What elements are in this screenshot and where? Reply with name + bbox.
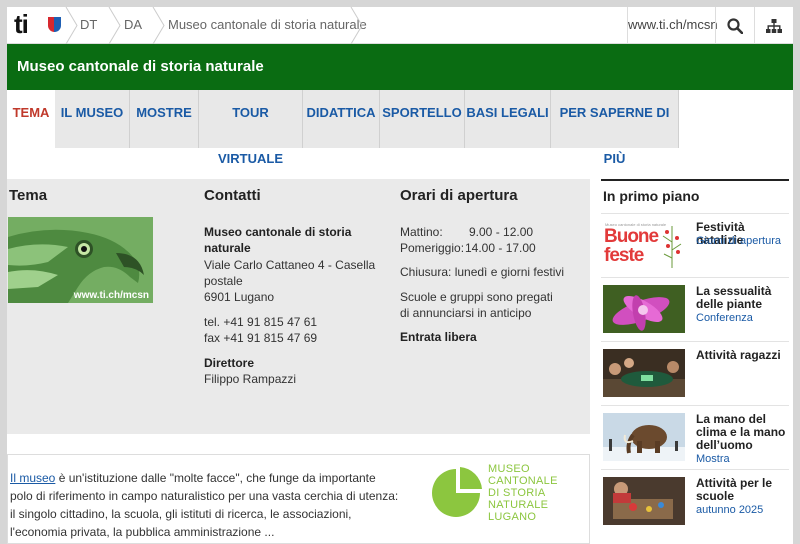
groups-note-line1: Scuole e gruppi sono pregati [400, 290, 553, 304]
breadcrumb-current[interactable]: Museo cantonale di storia naturale [168, 7, 367, 44]
tab-il-museo[interactable]: IL MUSEO [55, 90, 130, 148]
sitemap-button[interactable] [754, 7, 793, 44]
director-name: Filippo Rampazzi [204, 372, 297, 386]
featured-subtitle: Giorni di apertura [696, 235, 781, 247]
school-activity-image [603, 477, 685, 525]
featured-item-attivita-scuole[interactable]: Attività per le scuole autunno 2025 [601, 469, 789, 533]
search-button[interactable] [715, 7, 754, 44]
breadcrumb-separator-icon [152, 7, 165, 44]
tab-mostre[interactable]: MOSTRE [130, 90, 199, 148]
tab-basi-legali[interactable]: BASI LEGALI [465, 90, 551, 148]
tab-per-saperne-di-piu[interactable]: PER SAPERNE DI PIÙ [551, 90, 679, 166]
sidebar-rule [601, 179, 789, 181]
page: ti DT DA Museo cantonale di storia natur… [7, 7, 793, 544]
morning-label: Mattino: [400, 225, 443, 239]
featured-item-attivita-ragazzi[interactable]: Attività ragazzi [601, 341, 789, 405]
site-link[interactable]: www.ti.ch/mcsn [627, 7, 718, 44]
search-icon [727, 17, 743, 34]
featured-item-festivita[interactable]: Museo cantonale di storia naturale Buone… [601, 213, 789, 277]
flower-image [603, 285, 685, 333]
closing-days: Chiusura: lunedì e giorni festivi [400, 265, 565, 279]
tab-sportello[interactable]: SPORTELLO [380, 90, 465, 148]
museum-intro-text: Il museo è un'istituzione dalle "molte f… [10, 469, 400, 541]
breadcrumb-separator-icon [65, 7, 78, 44]
afternoon-label: Pomeriggio: [400, 241, 465, 255]
morning-hours: 9.00 - 12.00 [469, 225, 534, 239]
featured-heading: Attività per le scuole [696, 476, 773, 503]
ticino-shield-icon [48, 17, 61, 32]
museum-logo: MUSEO CANTONALE DI STORIA NATURALE LUGAN… [428, 463, 578, 523]
address-line1: Viale Carlo Cattaneo 4 - Casella [204, 258, 376, 272]
telephone: tel. +41 91 815 47 61 [204, 315, 318, 329]
intro-body: è un'istituzione dalle "molte facce", ch… [10, 471, 399, 539]
museum-name-line2: naturale [204, 241, 251, 255]
featured-heading: La mano del clima e la mano dell’uomo [696, 412, 786, 452]
top-bar: ti DT DA Museo cantonale di storia natur… [7, 7, 793, 44]
featured-subtitle: autunno 2025 [696, 504, 764, 516]
address-line2: postale [204, 274, 243, 288]
sidebar-title: In primo piano [603, 188, 700, 204]
image-caption: www.ti.ch/mcsn [73, 290, 149, 301]
plant-decoration-icon [662, 226, 682, 268]
museum-link[interactable]: Il museo [10, 471, 55, 485]
museum-logo-text: MUSEO CANTONALE DI STORIA NATURALE LUGAN… [488, 463, 558, 523]
flower-thumbnail [603, 285, 685, 333]
page-title-bar: Museo cantonale di storia naturale [7, 44, 793, 90]
fax: fax +41 91 815 47 69 [204, 331, 318, 345]
director-label: Direttore [204, 356, 255, 370]
tab-didattica[interactable]: DIDATTICA [303, 90, 380, 148]
address-line3: 6901 Lugano [204, 290, 275, 304]
featured-item-mano-clima[interactable]: La mano del clima e la mano dell’uomo Mo… [601, 405, 789, 469]
featured-heading: La sessualità delle piante [696, 284, 772, 311]
featured-subtitle: Mostra [696, 453, 730, 465]
free-entry: Entrata libera [400, 330, 477, 344]
museum-intro-box: Il museo è un'istituzione dalle "molte f… [7, 454, 590, 544]
buone-feste-thumbnail: Museo cantonale di storia naturale Buone… [603, 221, 685, 269]
hawk-image[interactable]: www.ti.ch/mcsn [8, 217, 153, 303]
thumb-title-2: feste [604, 245, 644, 266]
orari-heading: Orari di apertura [400, 187, 518, 204]
thumb-title-1: Buone [604, 226, 659, 247]
groups-note-line2: di annunciarsi in anticipo [400, 306, 532, 320]
featured-item-sessualita-piante[interactable]: La sessualità delle piante Conferenza [601, 277, 789, 341]
kids-activity-thumbnail [603, 349, 685, 397]
featured-heading: Attività ragazzi [696, 348, 781, 362]
afternoon-hours: 14.00 - 17.00 [465, 241, 536, 255]
main-nav: TEMA IL MUSEO MOSTRE TOUR VIRTUALE DIDAT… [7, 90, 793, 166]
kids-activity-image [603, 349, 685, 397]
logo-text: ti [14, 9, 29, 39]
museum-name-line1: Museo cantonale di storia [204, 225, 352, 239]
school-activity-thumbnail [603, 477, 685, 525]
breadcrumb-dt[interactable]: DT [80, 7, 97, 44]
tema-heading: Tema [9, 187, 48, 204]
museum-logo-mark-icon [432, 467, 482, 517]
info-panel: Tema www.ti.ch/mcsn Contatti Museo canto… [7, 179, 590, 434]
mammoth-thumbnail [603, 413, 685, 461]
page-title: Museo cantonale di storia naturale [17, 58, 264, 75]
canton-logo[interactable]: ti [12, 9, 61, 39]
breadcrumb-da[interactable]: DA [124, 7, 142, 44]
sitemap-icon [766, 18, 782, 33]
breadcrumb-separator-icon [350, 7, 363, 44]
tab-tema[interactable]: TEMA [7, 90, 55, 148]
tab-tour-virtuale[interactable]: TOUR VIRTUALE [199, 90, 303, 166]
featured-subtitle: Conferenza [696, 312, 753, 324]
mammoth-image [603, 413, 685, 461]
breadcrumb-separator-icon [108, 7, 121, 44]
contatti-heading: Contatti [204, 187, 261, 204]
